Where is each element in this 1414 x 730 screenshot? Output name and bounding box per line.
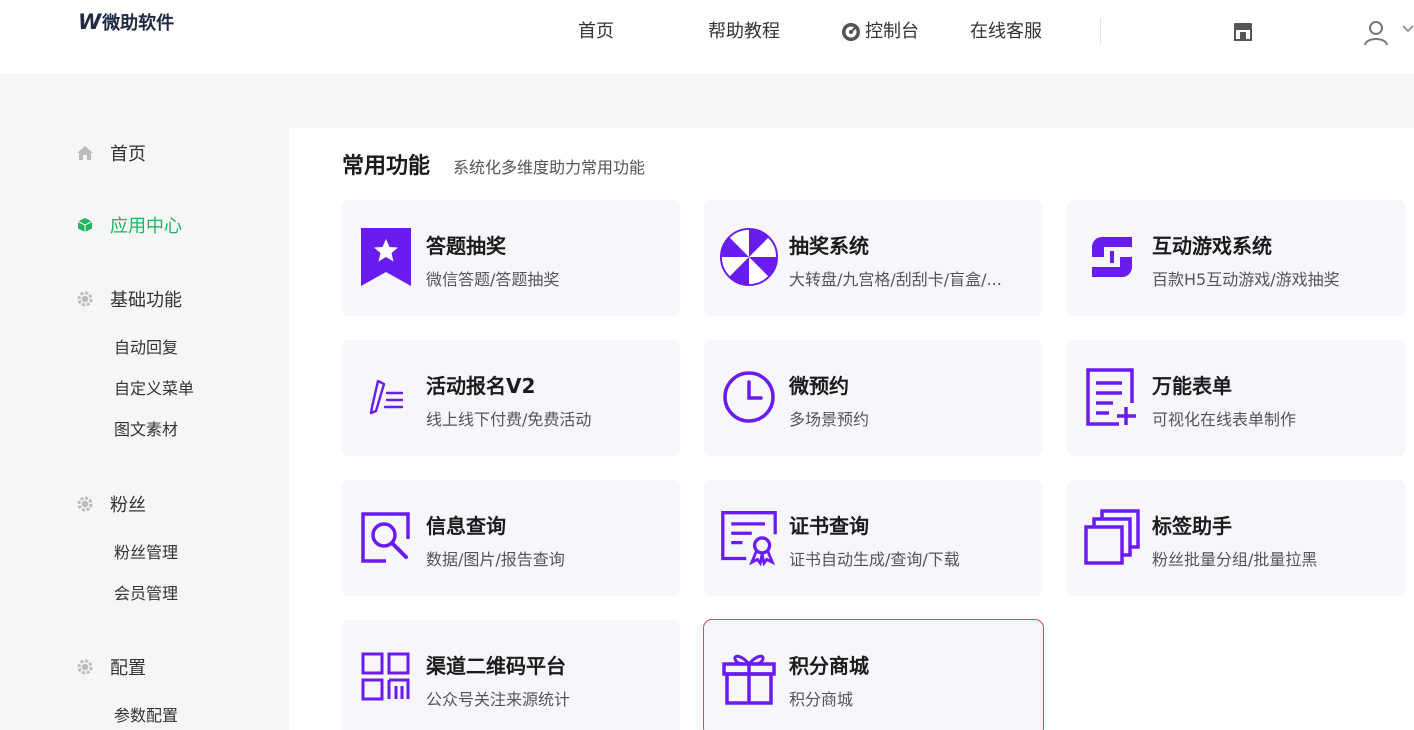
card-tag-helper[interactable]: 标签助手 粉丝批量分组/批量拉黑 [1067, 480, 1406, 596]
card-desc: 粉丝批量分组/批量拉黑 [1152, 550, 1318, 569]
card-desc: 百款H5互动游戏/游戏抽奖 [1152, 270, 1340, 289]
sidebar-item-label: 配置 [110, 658, 146, 679]
card-title: 微预约 [789, 374, 849, 398]
chevron-down-icon[interactable] [1402, 24, 1414, 34]
sidebar-sub-media[interactable]: 图文素材 [114, 416, 178, 440]
gear-icon [76, 658, 94, 676]
card-desc: 线上线下付费/免费活动 [426, 410, 592, 429]
nav-divider [1100, 18, 1101, 44]
user-icon[interactable] [1362, 19, 1390, 47]
cube-icon [76, 216, 94, 234]
card-channel-qrcode[interactable]: 渠道二维码平台 公众号关注来源统计 [341, 620, 680, 730]
card-reservation[interactable]: 微预约 多场景预约 [704, 340, 1043, 456]
star-ribbon-icon [357, 228, 415, 286]
logo[interactable]: W 微助软件 [78, 8, 174, 36]
nav-help[interactable]: 帮助教程 [708, 18, 780, 46]
card-desc: 证书自动生成/查询/下载 [789, 550, 960, 569]
card-desc: 公众号关注来源统计 [426, 690, 571, 709]
card-title: 互动游戏系统 [1152, 234, 1272, 258]
sidebar-item-app-center[interactable]: 应用中心 [76, 212, 182, 238]
top-bar: W 微助软件 首页 帮助教程 控制台 在线客服 [0, 0, 1414, 74]
sidebar-sub-member-manage[interactable]: 会员管理 [114, 580, 178, 604]
gift-icon [720, 648, 778, 706]
card-title: 证书查询 [789, 514, 869, 538]
clock-icon [720, 368, 778, 426]
section-title: 常用功能 [342, 154, 431, 179]
card-desc: 多场景预约 [789, 410, 870, 429]
gear-icon [76, 290, 94, 308]
card-desc: 可视化在线表单制作 [1152, 410, 1297, 429]
nav-console[interactable]: 控制台 [841, 18, 919, 46]
card-event-signup[interactable]: 活动报名V2 线上线下付费/免费活动 [341, 340, 680, 456]
nav-home[interactable]: 首页 [578, 18, 614, 46]
logo-mark: W [78, 10, 101, 34]
nav-service[interactable]: 在线客服 [970, 18, 1042, 46]
card-title: 渠道二维码平台 [426, 654, 566, 678]
sidebar-sub-auto-reply[interactable]: 自动回复 [114, 334, 178, 358]
section-subtitle: 系统化多维度助力常用功能 [453, 158, 646, 177]
sidebar-item-config[interactable]: 配置 [76, 654, 146, 680]
sidebar-sub-fans-manage[interactable]: 粉丝管理 [114, 539, 178, 563]
stacked-tags-icon [1083, 508, 1141, 566]
main-content: 常用功能 系统化多维度助力常用功能 答题抽奖 微信答题/答题抽奖 抽奖系统 大转… [289, 128, 1414, 730]
pen-list-icon [357, 368, 415, 426]
link-swap-icon [1083, 228, 1141, 286]
card-interactive-games[interactable]: 互动游戏系统 百款H5互动游戏/游戏抽奖 [1067, 200, 1406, 316]
sidebar-item-basic[interactable]: 基础功能 [76, 286, 182, 312]
gear-icon [76, 495, 94, 513]
logo-name: 微助软件 [102, 13, 175, 34]
sidebar-item-label: 基础功能 [110, 290, 182, 311]
card-title: 答题抽奖 [426, 234, 506, 258]
card-title: 万能表单 [1152, 374, 1232, 398]
card-desc: 大转盘/九宫格/刮刮卡/盲盒/... [789, 270, 1002, 289]
sidebar-item-fans[interactable]: 粉丝 [76, 491, 146, 517]
card-desc: 数据/图片/报告查询 [426, 550, 565, 569]
card-points-mall[interactable]: 积分商城 积分商城 [703, 619, 1044, 730]
sidebar-item-label: 应用中心 [110, 216, 182, 237]
sidebar-sub-params[interactable]: 参数配置 [114, 702, 178, 726]
card-lottery-system[interactable]: 抽奖系统 大转盘/九宫格/刮刮卡/盲盒/... [704, 200, 1043, 316]
sidebar-item-label: 首页 [110, 144, 146, 165]
card-title: 抽奖系统 [789, 234, 869, 258]
home-icon [76, 144, 94, 162]
nav-console-label: 控制台 [865, 21, 919, 42]
card-desc: 微信答题/答题抽奖 [426, 270, 560, 289]
search-doc-icon [357, 508, 415, 566]
card-universal-form[interactable]: 万能表单 可视化在线表单制作 [1067, 340, 1406, 456]
sidebar-item-label: 粉丝 [110, 495, 146, 516]
store-icon[interactable] [1232, 21, 1254, 43]
card-title: 信息查询 [426, 514, 506, 538]
sidebar-item-home[interactable]: 首页 [76, 140, 146, 166]
card-desc: 积分商城 [789, 690, 854, 709]
card-title: 活动报名V2 [426, 374, 536, 398]
prize-wheel-icon [720, 228, 778, 286]
gauge-icon [842, 23, 860, 41]
sidebar: 首页 应用中心 基础功能 自动回复 自定义菜单 图文素材 粉丝 粉丝管理 会员管… [0, 128, 289, 730]
card-title: 标签助手 [1152, 514, 1232, 538]
card-info-query[interactable]: 信息查询 数据/图片/报告查询 [341, 480, 680, 596]
card-title: 积分商城 [789, 654, 869, 678]
form-add-icon [1083, 368, 1141, 426]
certificate-icon [720, 508, 778, 566]
sidebar-sub-custom-menu[interactable]: 自定义菜单 [114, 375, 194, 399]
qrcode-icon [357, 648, 415, 706]
card-certificate-query[interactable]: 证书查询 证书自动生成/查询/下载 [704, 480, 1043, 596]
card-quiz-lottery[interactable]: 答题抽奖 微信答题/答题抽奖 [341, 200, 680, 316]
